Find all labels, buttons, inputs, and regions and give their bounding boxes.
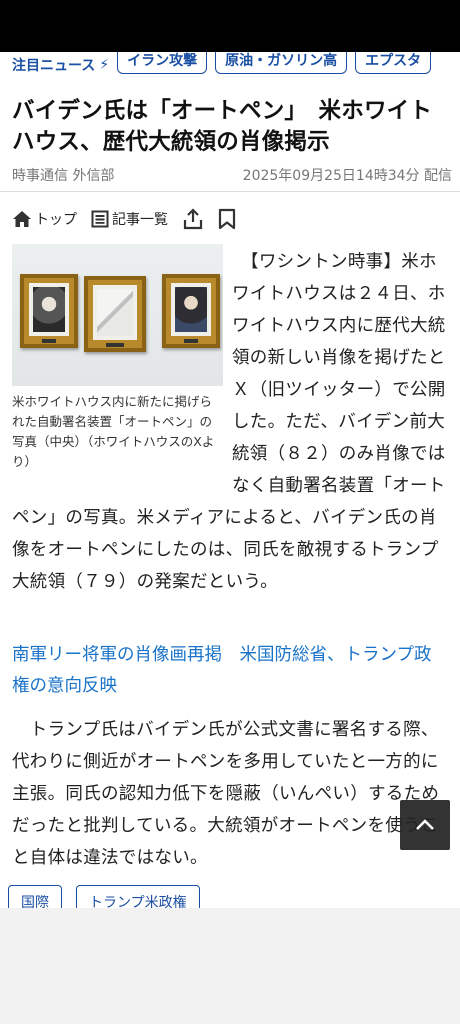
article-toolbar: トップ 記事一覧 bbox=[12, 206, 236, 232]
top-button[interactable]: トップ bbox=[12, 209, 77, 229]
featured-news-text: 注目ニュース bbox=[12, 58, 96, 74]
figure-spacer bbox=[12, 246, 232, 500]
article-headline: バイデン氏は「オートペン」 米ホワイトハウス、歴代大統領の肖像掲示 bbox=[12, 98, 433, 155]
article-paragraph-2: トランプ氏はバイデン氏が公式文書に署名する際、代わりに側近がオートペンを多用して… bbox=[12, 720, 440, 868]
list-icon bbox=[91, 210, 109, 228]
bookmark-button[interactable] bbox=[218, 208, 236, 230]
scroll-to-top-button[interactable] bbox=[400, 800, 450, 850]
article-source[interactable]: 時事通信 外信部 bbox=[12, 165, 114, 185]
tag-international[interactable]: 国際 bbox=[8, 885, 62, 908]
tag-trump-administration[interactable]: トランプ米政権 bbox=[76, 885, 200, 908]
article-page: 注目ニュース ⚡ イラン攻撃 原油・ガソリン高 エプスタ バイデン氏は「オートペ… bbox=[0, 52, 460, 908]
article-list-button[interactable]: 記事一覧 bbox=[91, 209, 168, 229]
share-button[interactable] bbox=[182, 208, 204, 230]
chevron-up-icon bbox=[416, 819, 434, 830]
bookmark-icon bbox=[218, 208, 236, 230]
tag-list: 国際 トランプ米政権 bbox=[8, 885, 200, 908]
featured-news-label[interactable]: 注目ニュース ⚡ bbox=[12, 55, 109, 75]
status-bar bbox=[0, 0, 460, 52]
top-button-label: トップ bbox=[35, 212, 77, 228]
article-datetime: 2025年09月25日14時34分 配信 bbox=[242, 168, 452, 184]
divider bbox=[0, 191, 460, 192]
related-article-link[interactable]: 南軍リー将軍の肖像画再掲 米国防総省、トランプ政権の意向反映 bbox=[12, 640, 448, 702]
topic-chip-oil[interactable]: 原油・ガソリン高 bbox=[215, 52, 348, 74]
topic-strip: 注目ニュース ⚡ イラン攻撃 原油・ガソリン高 エプスタ bbox=[0, 52, 460, 78]
article-paragraph-1: 【ワシントン時事】米ホワイトハウスは２４日、ホワイトハウス内に歴代大統領の新しい… bbox=[12, 246, 448, 598]
share-icon bbox=[183, 208, 203, 230]
topic-chip-iran[interactable]: イラン攻撃 bbox=[117, 52, 208, 74]
home-icon bbox=[13, 211, 31, 227]
topic-chip-epstein[interactable]: エプスタ bbox=[355, 52, 432, 74]
article-list-label: 記事一覧 bbox=[112, 212, 168, 228]
sparkle-icon: ⚡ bbox=[99, 57, 110, 73]
article-meta: 時事通信 外信部 2025年09月25日14時34分 配信 bbox=[12, 165, 452, 185]
